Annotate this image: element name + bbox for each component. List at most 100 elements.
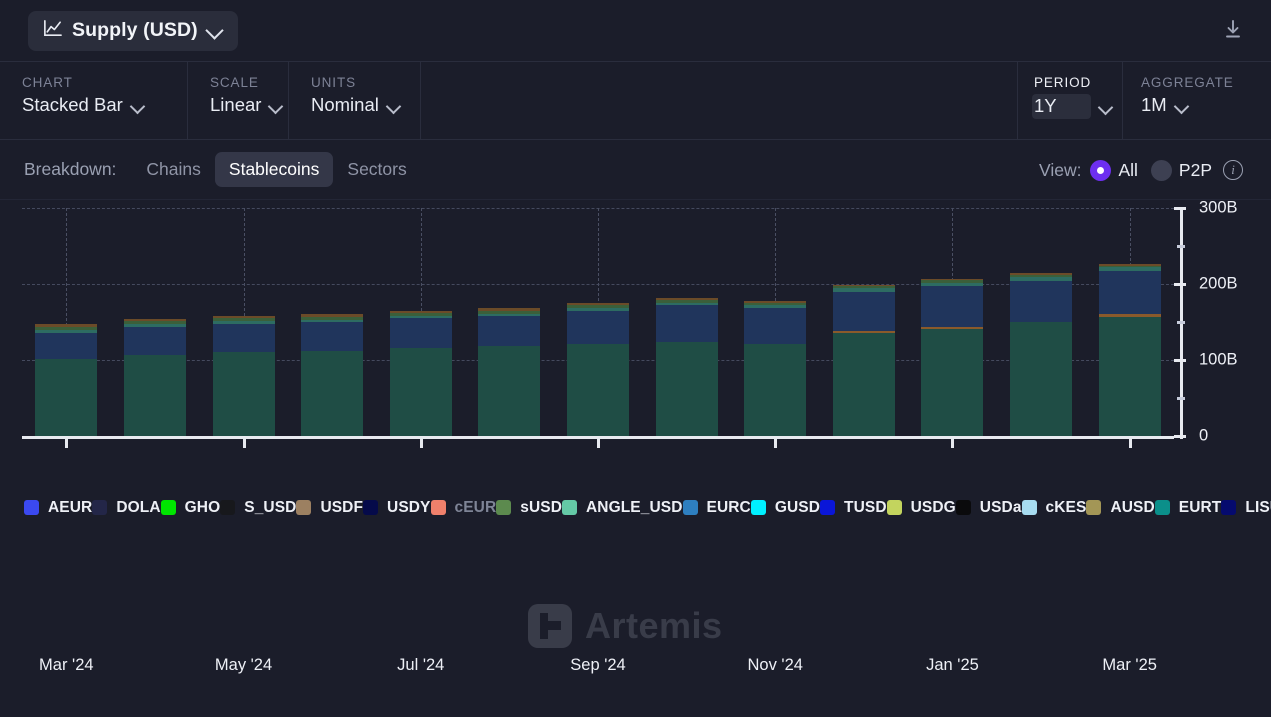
chart-bar-segment	[832, 291, 895, 332]
legend-item[interactable]: GUSD	[750, 494, 821, 521]
download-button[interactable]	[1215, 14, 1251, 48]
x-axis-tick	[65, 436, 69, 448]
legend-item[interactable]: DOLA	[92, 494, 161, 521]
chart-bar-segment	[566, 310, 629, 345]
legend-item[interactable]: EURC	[682, 494, 751, 521]
chart-bar[interactable]	[389, 310, 452, 436]
chevron-down-icon	[1099, 100, 1112, 113]
legend-label: GUSD	[774, 498, 821, 516]
view-radio-p2p[interactable]	[1150, 159, 1172, 181]
x-axis-tick	[774, 436, 778, 448]
breakdown-label: Breakdown:	[24, 159, 117, 179]
legend-label: DOLA	[116, 498, 161, 516]
legend-label: USDY	[387, 498, 431, 516]
legend-label: GHO	[184, 498, 221, 516]
legend-item[interactable]: cEUR	[430, 494, 497, 521]
legend-item[interactable]: cKES	[1021, 494, 1087, 521]
chart-bar-segment	[389, 347, 452, 436]
units-control[interactable]: UNITS Nominal	[289, 62, 421, 139]
breakdown-tab-sectors[interactable]: Sectors	[333, 152, 420, 187]
legend: AEUR DOLA GHO S_USD USDF USDY cEUR sUSD ANGLE_US…	[0, 484, 1271, 717]
scale-control[interactable]: SCALE Linear	[188, 62, 289, 139]
legend-item[interactable]: GHO	[160, 494, 221, 521]
legend-item[interactable]: USDa	[955, 494, 1022, 521]
chart-type-value: Stacked Bar	[22, 94, 123, 115]
period-control[interactable]: PERIOD 1Y	[1018, 62, 1123, 139]
legend-item[interactable]: AUSD	[1086, 494, 1155, 521]
chart-bar-segment	[478, 346, 541, 436]
chart-bar[interactable]	[655, 297, 718, 436]
aggregate-caption: AGGREGATE	[1141, 75, 1234, 90]
chart-bar[interactable]	[35, 323, 98, 436]
view-label: View:	[1038, 159, 1082, 180]
legend-swatch	[430, 500, 446, 515]
chart-bar-segment	[1010, 322, 1073, 436]
chart-bar-segment	[301, 350, 364, 436]
chevron-down-icon	[1175, 99, 1188, 112]
legend-swatch	[1021, 500, 1037, 515]
chart-bar[interactable]	[921, 278, 984, 436]
chart-bar[interactable]	[1098, 263, 1161, 436]
breakdown-tab-stablecoins[interactable]: Stablecoins	[214, 152, 334, 187]
legend-item[interactable]: EURT	[1154, 494, 1222, 521]
legend-swatch	[220, 500, 236, 515]
units-value: Nominal	[311, 94, 379, 115]
chart-bar[interactable]	[478, 308, 541, 436]
x-axis-tick	[951, 436, 955, 448]
legend-item[interactable]: USDY	[363, 494, 430, 521]
chart-area: 0 100B 200B 300B Mar '24 May '24 Jul '24 Sep '2…	[0, 199, 1271, 674]
chart-bar[interactable]	[566, 303, 629, 436]
control-strip: CHART Stacked Bar SCALE Linear UNITS Nom…	[0, 62, 1271, 140]
legend-swatch	[886, 500, 902, 515]
legend-swatch	[562, 500, 577, 515]
chart-bar[interactable]	[744, 300, 807, 436]
legend-item[interactable]: AEUR	[24, 494, 92, 521]
legend-swatch	[92, 500, 108, 515]
scale-caption: SCALE	[210, 75, 259, 90]
breakdown-tab-chains[interactable]: Chains	[132, 152, 214, 187]
chart-bar[interactable]	[301, 314, 364, 436]
chart-bar-segment	[744, 344, 807, 436]
legend-item[interactable]: LISUSD	[1221, 494, 1271, 521]
y-axis-label: 200B	[1199, 274, 1238, 293]
chart-type-control[interactable]: CHART Stacked Bar	[0, 62, 188, 139]
legend-label: EURT	[1178, 498, 1222, 516]
legend-item[interactable]: ANGLE_USD	[562, 494, 683, 521]
chart-bar-segment	[1098, 271, 1161, 314]
chart-bar-segment	[123, 327, 186, 356]
chart-bar[interactable]	[832, 284, 895, 436]
download-icon	[1222, 18, 1244, 45]
legend-item[interactable]: S_USD	[220, 494, 296, 521]
legend-item[interactable]: USDG	[886, 494, 956, 521]
legend-swatch	[1221, 500, 1237, 515]
x-axis-tick	[419, 436, 423, 448]
legend-label: USDF	[320, 498, 364, 516]
view-radio-all[interactable]	[1090, 159, 1112, 181]
legend-item[interactable]: TUSD	[820, 494, 887, 521]
chart-bar[interactable]	[123, 319, 186, 436]
view-option-p2p-label: P2P	[1178, 159, 1212, 180]
chart-bar[interactable]	[1010, 272, 1073, 436]
scale-value: Linear	[210, 94, 262, 115]
legend-swatch	[1154, 500, 1170, 515]
chart-bar[interactable]	[212, 315, 275, 436]
y-axis-label: 100B	[1199, 350, 1238, 369]
chevron-down-icon	[269, 99, 282, 112]
chart-bar-segment	[35, 333, 98, 360]
legend-swatch	[1086, 500, 1102, 515]
legend-item[interactable]: USDF	[296, 494, 363, 521]
legend-swatch	[496, 500, 512, 515]
metric-selector-button[interactable]: Supply (USD)	[28, 10, 238, 51]
legend-label: ANGLE_USD	[586, 498, 683, 516]
aggregate-control[interactable]: AGGREGATE 1M	[1123, 62, 1271, 139]
y-axis-tick	[1174, 283, 1186, 286]
y-axis-minor-tick	[1177, 245, 1185, 248]
chart-bar-segment	[212, 323, 275, 353]
y-axis-tick	[1174, 359, 1186, 362]
legend-item[interactable]: sUSD	[496, 494, 562, 521]
legend-swatch	[820, 500, 836, 515]
legend-swatch	[160, 500, 176, 515]
chart-bar-segment	[389, 318, 452, 348]
legend-label: sUSD	[520, 498, 562, 516]
info-icon[interactable]: i	[1223, 160, 1243, 180]
